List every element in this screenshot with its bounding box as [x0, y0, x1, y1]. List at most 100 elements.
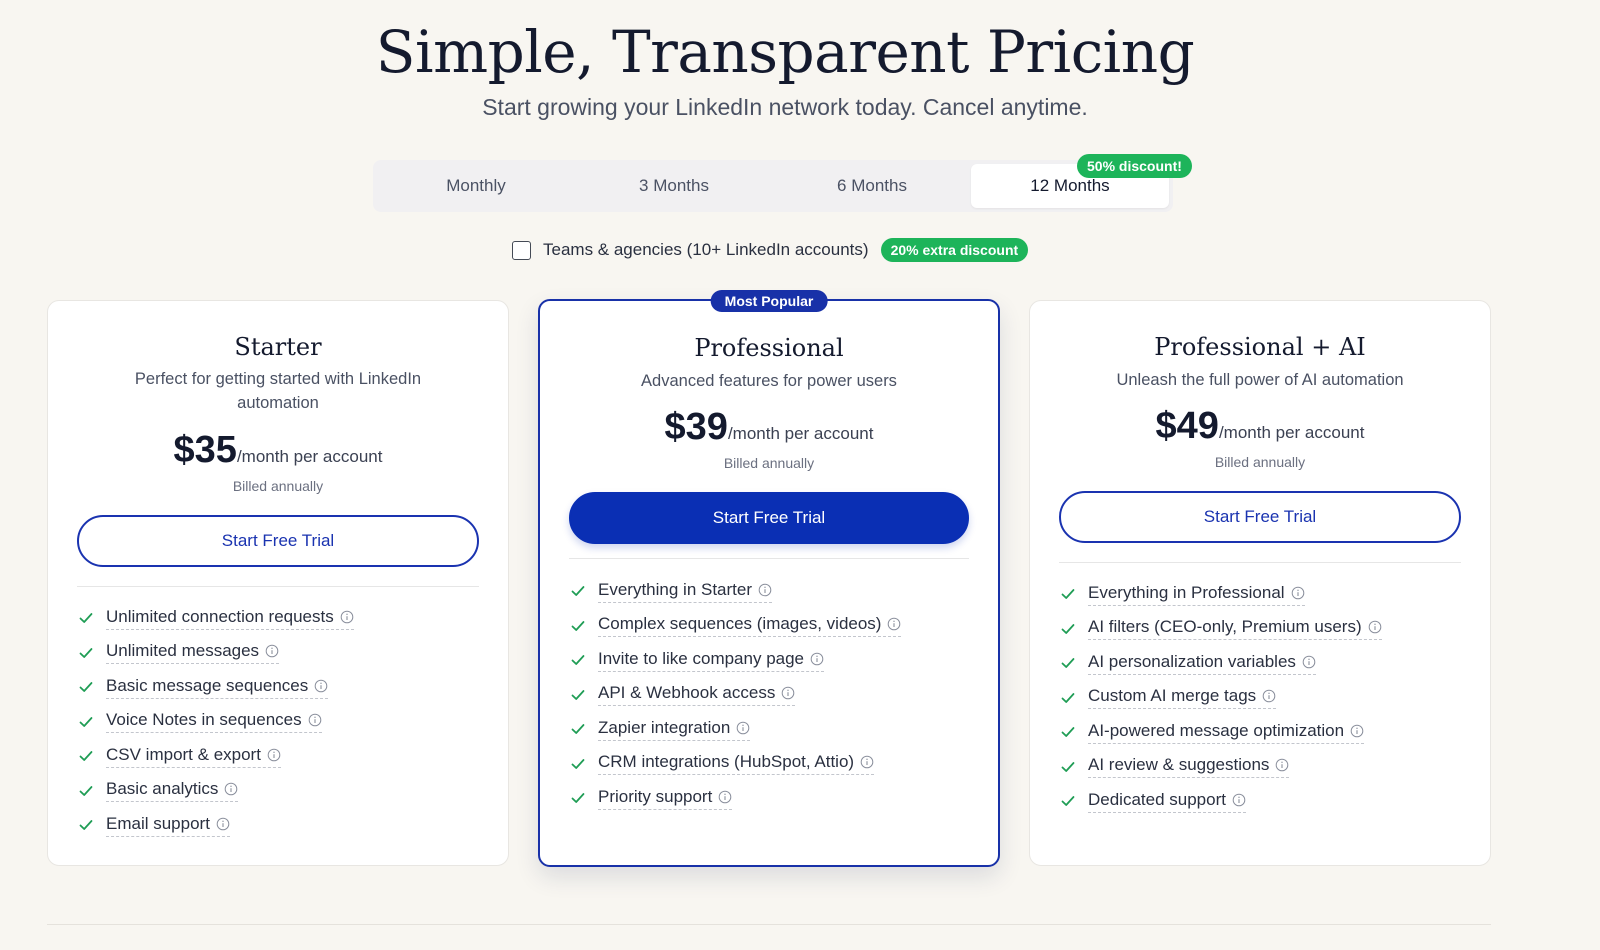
feature-item: Custom AI merge tags: [1060, 681, 1470, 716]
feature-label[interactable]: CRM integrations (HubSpot, Attio): [598, 752, 875, 776]
info-icon[interactable]: [1232, 793, 1246, 807]
feature-text: Basic analytics: [106, 779, 219, 799]
check-icon: [79, 751, 93, 762]
feature-label[interactable]: Unlimited messages: [106, 641, 280, 665]
feature-label[interactable]: Voice Notes in sequences: [106, 710, 322, 734]
feature-label[interactable]: Zapier integration: [598, 717, 751, 741]
feature-text: Unlimited messages: [106, 641, 260, 661]
feature-label[interactable]: CSV import & export: [106, 745, 281, 768]
feature-label[interactable]: Basic message sequences: [106, 675, 329, 699]
tab-6-months[interactable]: 6 Months: [773, 164, 971, 208]
start-free-trial-button[interactable]: Start Free Trial: [569, 492, 969, 544]
tab-monthly[interactable]: Monthly: [377, 164, 575, 208]
feature-label[interactable]: Priority support: [598, 786, 733, 810]
feature-label[interactable]: API & Webhook access: [598, 683, 796, 707]
feature-text: Email support: [106, 813, 210, 833]
feature-label[interactable]: Invite to like company page: [598, 649, 825, 672]
feature-label[interactable]: Email support: [106, 814, 230, 837]
billing-note: Billed annually: [723, 455, 815, 471]
plan-name: Starter: [234, 333, 322, 361]
feature-item: CRM integrations (HubSpot, Attio): [570, 747, 978, 782]
feature-label[interactable]: Complex sequences (images, videos): [598, 614, 902, 638]
check-icon: [571, 793, 585, 804]
feature-label[interactable]: Dedicated support: [1088, 790, 1246, 813]
price-unit: /month per account: [236, 447, 383, 466]
feature-text: CSV import & export: [106, 744, 261, 764]
info-icon[interactable]: [1262, 689, 1276, 703]
plan-description: Advanced features for power users: [641, 372, 897, 390]
feature-label[interactable]: Basic analytics: [106, 779, 239, 803]
info-icon[interactable]: [718, 790, 732, 804]
feature-label[interactable]: AI review & suggestions: [1088, 755, 1290, 779]
feature-item: Basic analytics: [78, 774, 488, 809]
divider: [569, 558, 969, 559]
feature-label[interactable]: Everything in Starter: [598, 580, 773, 603]
info-icon[interactable]: [1302, 655, 1316, 669]
info-icon[interactable]: [340, 610, 354, 624]
info-icon[interactable]: [1291, 586, 1305, 600]
info-icon[interactable]: [267, 748, 281, 762]
billing-period-tabs: Monthly 3 Months 6 Months 12 Months: [373, 160, 1173, 212]
feature-label[interactable]: Unlimited connection requests: [106, 607, 354, 630]
feature-list: Unlimited connection requests Unlimited m…: [78, 601, 488, 843]
feature-item: Priority support: [570, 781, 978, 816]
feature-item: Unlimited connection requests: [78, 601, 488, 636]
info-icon[interactable]: [758, 583, 772, 597]
feature-item: Dedicated support: [1060, 784, 1470, 819]
info-icon[interactable]: [1350, 724, 1364, 738]
teams-option: Teams & agencies (10+ LinkedIn accounts)…: [512, 237, 1029, 263]
feature-list: Everything in Starter Complex sequences (…: [570, 574, 978, 816]
feature-text: AI filters (CEO-only, Premium users): [1088, 617, 1362, 637]
info-icon[interactable]: [1368, 620, 1382, 634]
feature-label[interactable]: AI personalization variables: [1088, 652, 1316, 675]
plan-description: Unleash the full power of AI automation: [1116, 371, 1404, 389]
feature-item: Everything in Starter: [570, 574, 978, 609]
price-unit: /month per account: [727, 424, 874, 443]
feature-item: Complex sequences (images, videos): [570, 609, 978, 644]
price: $49/month per account: [1030, 405, 1490, 448]
plan-card-starter: Starter Perfect for getting started with…: [47, 300, 509, 866]
feature-item: Voice Notes in sequences: [78, 705, 488, 740]
price: $35/month per account: [48, 429, 508, 472]
feature-label[interactable]: AI filters (CEO-only, Premium users): [1088, 617, 1382, 641]
info-icon[interactable]: [265, 644, 279, 658]
divider: [77, 586, 479, 587]
info-icon[interactable]: [1275, 758, 1289, 772]
teams-checkbox[interactable]: [512, 240, 531, 260]
feature-text: CRM integrations (HubSpot, Attio): [598, 752, 855, 772]
check-icon: [1061, 692, 1075, 703]
plan-description: Perfect for getting started with LinkedI…: [134, 370, 422, 412]
plan-name: Professional: [694, 334, 844, 362]
page-title: Simple, Transparent Pricing: [375, 18, 1195, 86]
info-icon[interactable]: [810, 652, 824, 666]
check-icon: [79, 820, 93, 831]
feature-label[interactable]: Everything in Professional: [1088, 583, 1305, 606]
teams-label[interactable]: Teams & agencies (10+ LinkedIn accounts): [543, 240, 869, 260]
feature-item: Unlimited messages: [78, 636, 488, 671]
feature-text: AI review & suggestions: [1088, 755, 1270, 775]
info-icon[interactable]: [860, 755, 874, 769]
feature-label[interactable]: AI-powered message optimization: [1088, 721, 1365, 744]
info-icon[interactable]: [781, 686, 795, 700]
feature-item: Everything in Professional: [1060, 577, 1470, 612]
feature-label[interactable]: Custom AI merge tags: [1088, 686, 1277, 710]
price: $39/month per account: [540, 406, 998, 449]
start-free-trial-button[interactable]: Start Free Trial: [1059, 491, 1461, 543]
check-icon: [1061, 796, 1075, 807]
info-icon[interactable]: [314, 679, 328, 693]
info-icon[interactable]: [308, 713, 322, 727]
extra-discount-badge: 20% extra discount: [880, 238, 1029, 262]
info-icon[interactable]: [224, 782, 238, 796]
check-icon: [79, 613, 93, 624]
tab-3-months[interactable]: 3 Months: [575, 164, 773, 208]
feature-text: Priority support: [598, 786, 713, 806]
feature-text: Basic message sequences: [106, 675, 309, 695]
feature-item: AI personalization variables: [1060, 646, 1470, 681]
check-icon: [79, 785, 93, 796]
info-icon[interactable]: [887, 617, 901, 631]
start-free-trial-button[interactable]: Start Free Trial: [77, 515, 479, 567]
feature-text: Zapier integration: [598, 717, 731, 737]
info-icon[interactable]: [216, 817, 230, 831]
check-icon: [1061, 623, 1075, 634]
info-icon[interactable]: [736, 721, 750, 735]
